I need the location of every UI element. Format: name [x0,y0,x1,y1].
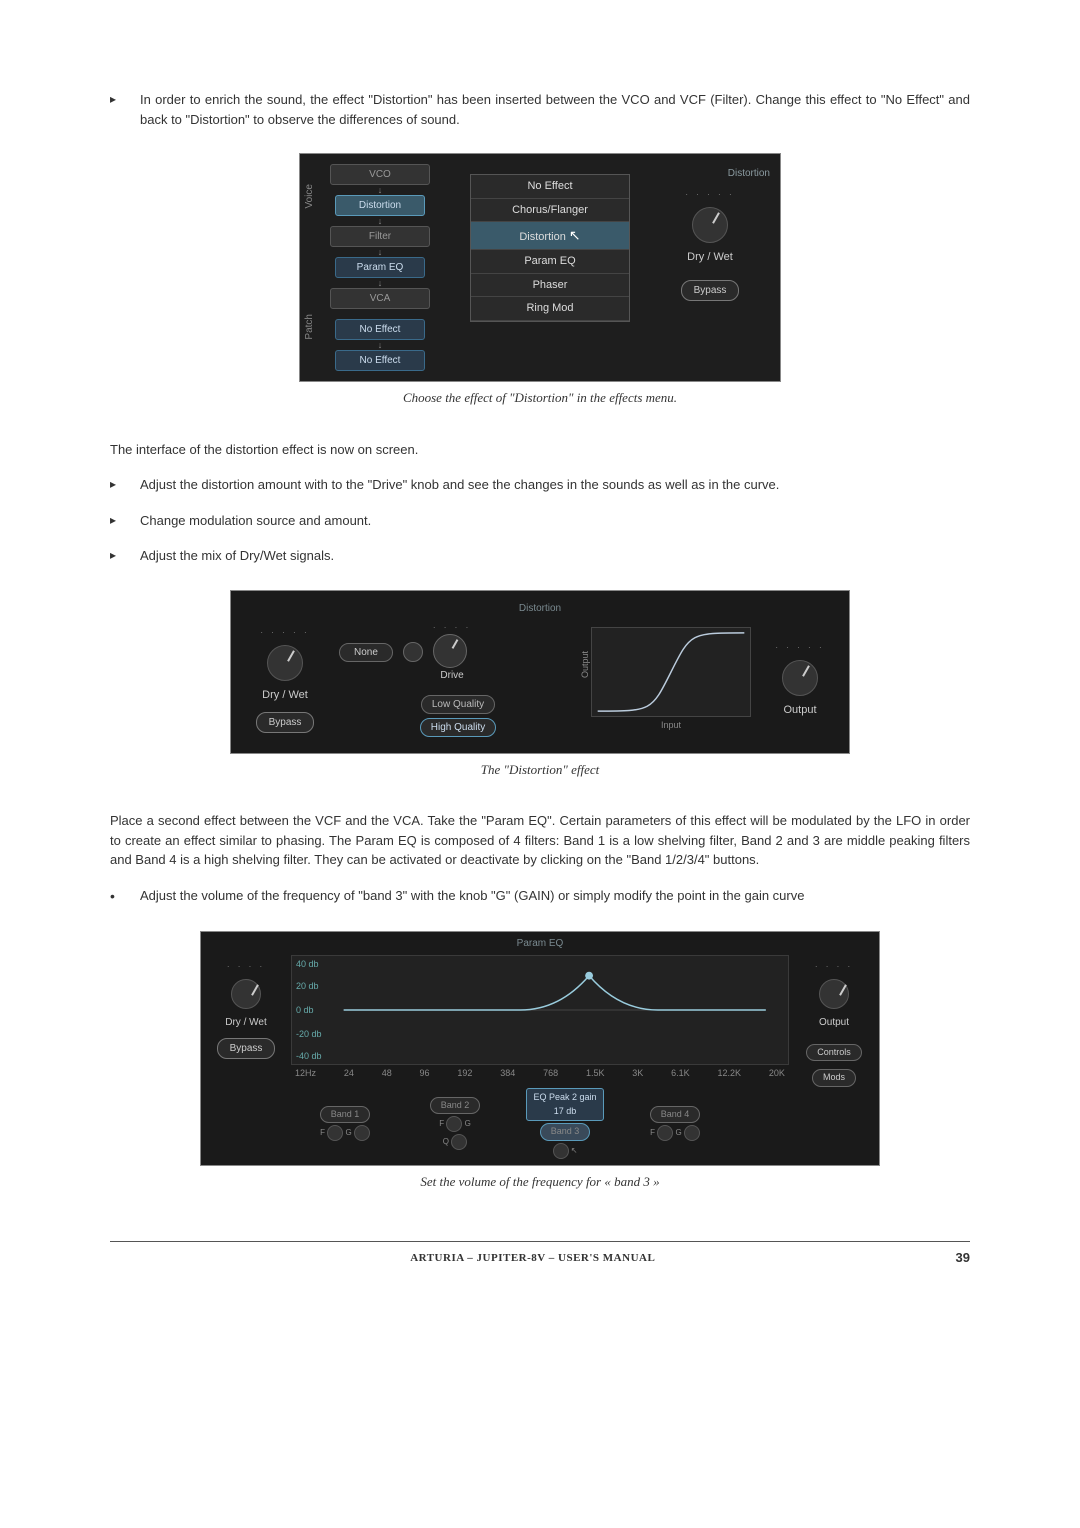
dry-wet-label: Dry / Wet [207,1015,285,1030]
chain-vco: VCO [330,164,430,185]
knob-ticks: · · · · · [245,627,325,639]
eq-tooltip: EQ Peak 2 gain 17 db [526,1088,603,1121]
bullet-marker: ▸ [110,90,140,129]
footer-title: ARTURIA – JUPITER-8V – USER'S MANUAL [110,1250,956,1267]
bypass-button[interactable]: Bypass [256,712,315,733]
menu-item-param-eq[interactable]: Param EQ [471,250,629,274]
eq-gain-curve[interactable]: 40 db 20 db 0 db -20 db -40 db [291,955,789,1065]
bypass-button[interactable]: Bypass [681,280,740,301]
chain-param-eq[interactable]: Param EQ [335,257,425,278]
output-label: Output [795,1015,873,1030]
chain-no-effect-2[interactable]: No Effect [335,350,425,371]
mod-amount-knob[interactable] [403,642,423,662]
high-quality-button[interactable]: High Quality [420,718,496,737]
band1-g-knob[interactable] [354,1125,370,1141]
body-text: The interface of the distortion effect i… [110,440,970,460]
band4-g-knob[interactable] [684,1125,700,1141]
bullet-marker: ▸ [110,546,140,566]
band4-button[interactable]: Band 4 [650,1106,701,1124]
figure-caption: Set the volume of the frequency for « ba… [110,1172,970,1192]
output-knob[interactable] [819,979,849,1009]
patch-section-label: Patch [302,314,317,340]
body-text: Change modulation source and amount. [140,511,970,531]
figure-effects-menu: Voice VCO ↓ Distortion ↓ Filter ↓ Param … [110,153,970,408]
band2-q-knob[interactable] [451,1134,467,1150]
output-knob[interactable] [782,660,818,696]
dry-wet-label: Dry / Wet [245,687,325,704]
chain-distortion[interactable]: Distortion [335,195,425,216]
panel-title: Distortion [245,601,835,616]
band2-f-knob[interactable] [446,1116,462,1132]
cursor-icon: ↖ [571,1146,578,1155]
dry-wet-knob[interactable] [267,645,303,681]
knob-ticks: · · · · · [650,189,770,201]
cursor-icon: ↖ [569,227,581,243]
distortion-curve-display [591,627,751,717]
menu-item-ring-mod[interactable]: Ring Mod [471,297,629,321]
bullet-marker: ▸ [110,475,140,495]
bullet-marker: ▸ [110,511,140,531]
effects-dropdown-menu[interactable]: No Effect Chorus/Flanger Distortion ↖ Pa… [470,174,630,322]
band3-button[interactable]: Band 3 [540,1123,591,1141]
menu-item-no-effect[interactable]: No Effect [471,175,629,199]
knob-ticks: · · · · [207,961,285,973]
menu-item-chorus[interactable]: Chorus/Flanger [471,199,629,223]
voice-section-label: Voice [302,184,317,208]
drive-label: Drive [433,668,471,683]
figure-param-eq: Param EQ · · · · Dry / Wet Bypass 40 db … [110,931,970,1192]
body-text: Place a second effect between the VCF an… [110,811,970,870]
figure-caption: The "Distortion" effect [110,760,970,780]
chain-no-effect-1[interactable]: No Effect [335,319,425,340]
output-label: Output [765,702,835,719]
dry-wet-knob[interactable] [231,979,261,1009]
figure-caption: Choose the effect of "Distortion" in the… [110,388,970,408]
dry-wet-knob[interactable] [692,207,728,243]
drive-knob[interactable] [433,634,467,668]
knob-ticks: · · · · [795,961,873,973]
input-axis-label: Input [591,719,751,733]
eq-frequency-scale: 12Hz2448 96192384 7681.5K3K 6.1K12.2K20K [291,1065,789,1083]
bullet-marker: • [110,886,140,907]
panel-title: Distortion [650,166,770,181]
page-number: 39 [956,1248,970,1268]
mod-source-select[interactable]: None [339,643,393,662]
band3-g-knob[interactable] [553,1143,569,1159]
figure-distortion-effect: Distortion · · · · · Dry / Wet Bypass No… [110,590,970,780]
body-text: In order to enrich the sound, the effect… [140,90,970,129]
band3-handle [585,971,593,979]
menu-item-distortion[interactable]: Distortion ↖ [471,222,629,250]
menu-item-phaser[interactable]: Phaser [471,274,629,298]
band4-f-knob[interactable] [657,1125,673,1141]
body-text: Adjust the mix of Dry/Wet signals. [140,546,970,566]
chain-vca: VCA [330,288,430,309]
dry-wet-label: Dry / Wet [650,249,770,266]
mods-button[interactable]: Mods [812,1069,856,1087]
panel-title: Param EQ [201,932,879,955]
band2-button[interactable]: Band 2 [430,1097,481,1115]
controls-button[interactable]: Controls [806,1044,862,1062]
band1-f-knob[interactable] [327,1125,343,1141]
chain-filter: Filter [330,226,430,247]
body-text: Adjust the distortion amount with to the… [140,475,970,495]
band1-button[interactable]: Band 1 [320,1106,371,1124]
low-quality-button[interactable]: Low Quality [421,695,495,714]
page-footer: ARTURIA – JUPITER-8V – USER'S MANUAL 39 [110,1241,970,1268]
body-text: Adjust the volume of the frequency of "b… [140,886,970,907]
knob-ticks: · · · · [433,622,471,634]
knob-ticks: · · · · · [765,642,835,654]
bypass-button[interactable]: Bypass [217,1038,276,1059]
